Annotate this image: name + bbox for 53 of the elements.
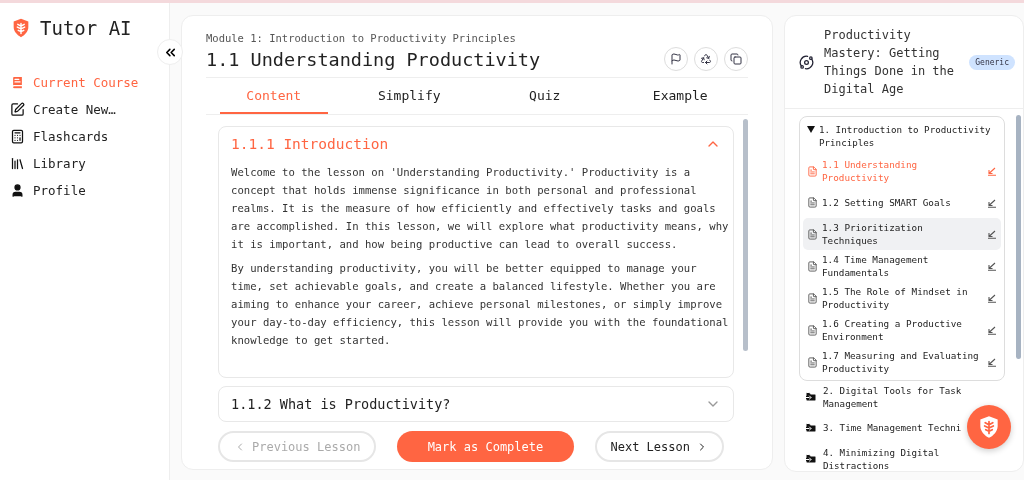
recycle-icon — [700, 53, 712, 65]
section-header[interactable]: 1.1.2 What is Productivity? — [219, 387, 733, 421]
collapse-button[interactable] — [157, 39, 183, 65]
user-icon — [10, 183, 25, 198]
paragraph: By understanding productivity, you will be better equipped to manage your time, set achievable goals, and create a balanced lifestyle. Whether you are aiming to enhance your career, achieve personal milestones, or simply improve your day-to-day efficiency, this lesson will provide you with the foundational knowledge to get started. — [231, 261, 729, 348]
tab[interactable]: Example — [626, 78, 734, 114]
orbit-icon — [799, 54, 814, 70]
edit-icon — [10, 102, 25, 117]
sidebar-item[interactable]: Flashcards — [10, 123, 169, 150]
lesson-item[interactable]: 1.3 Prioritization Techniques — [803, 218, 1001, 250]
module-item[interactable]: 2. Digital Tools for Task Management — [799, 381, 1005, 412]
document-icon — [807, 356, 818, 368]
document-icon — [807, 228, 818, 240]
module-title[interactable]: 1. Introduction to Productivity Principles — [819, 123, 997, 149]
course-badge: Generic — [969, 54, 1015, 70]
lesson-title: 1.1 Understanding Productivity — [206, 48, 541, 70]
sidebar-item[interactable]: Create New… — [10, 96, 169, 123]
paragraph: Welcome to the lesson on 'Understanding Productivity.' Productivity is a concept that holds immense significance in both personal and professional realms. It is the measure of how efficiently and effectively tasks and goals are accomplished. In this lesson, we will explore what productivity means, why it is important, and how being productive can lead to overall success. — [231, 165, 729, 252]
next-lesson-button[interactable]: Next Lesson — [594, 431, 724, 462]
document-icon — [807, 165, 818, 177]
sidebar-item[interactable]: Library — [10, 150, 169, 177]
flag-icon — [670, 53, 682, 65]
folder-icon — [805, 421, 817, 434]
lesson-item[interactable]: 1.5 The Role of Mindset in Productivity — [803, 282, 1001, 314]
course-title: Productivity Mastery: Getting Things Done in the Digital Age — [824, 27, 956, 98]
folder-icon — [805, 452, 817, 465]
recycle-button[interactable] — [694, 47, 718, 71]
sidebar-item[interactable]: Profile — [10, 177, 169, 204]
copy-icon — [730, 53, 742, 65]
module-item[interactable]: 3. Time Management Techni — [799, 412, 968, 443]
scrollbar[interactable] — [1016, 115, 1021, 359]
assistant-button[interactable] — [967, 405, 1011, 449]
document-icon — [807, 292, 818, 304]
folder-icon — [805, 390, 817, 403]
cards-icon — [10, 129, 25, 144]
module-label: Module 1: Introduction to Productivity Principles — [206, 32, 517, 44]
lesson-item[interactable]: 1.4 Time Management Fundamentals — [803, 250, 1001, 282]
document-icon — [807, 197, 818, 208]
book-icon — [10, 75, 25, 90]
lesson-item[interactable]: 1.6 Creating a Productive Environment — [803, 314, 1001, 346]
document-icon — [807, 324, 818, 336]
expanded-triangle-icon[interactable] — [807, 126, 815, 133]
flag-button[interactable] — [664, 47, 688, 71]
lesson-item[interactable]: 1.2 Setting SMART Goals — [803, 187, 1001, 218]
lesson-item[interactable]: 1.7 Measuring and Evaluating Productivity — [803, 346, 1001, 378]
tab[interactable]: Quiz — [491, 78, 599, 114]
library-icon — [10, 156, 25, 171]
tab[interactable]: Simplify — [355, 78, 463, 114]
app-title: Tutor AI — [40, 17, 132, 39]
scrollbar[interactable] — [743, 119, 748, 351]
copy-button[interactable] — [724, 47, 748, 71]
module-item[interactable]: 4. Minimizing Digital Distractions — [799, 443, 1005, 471]
document-icon — [807, 260, 818, 272]
